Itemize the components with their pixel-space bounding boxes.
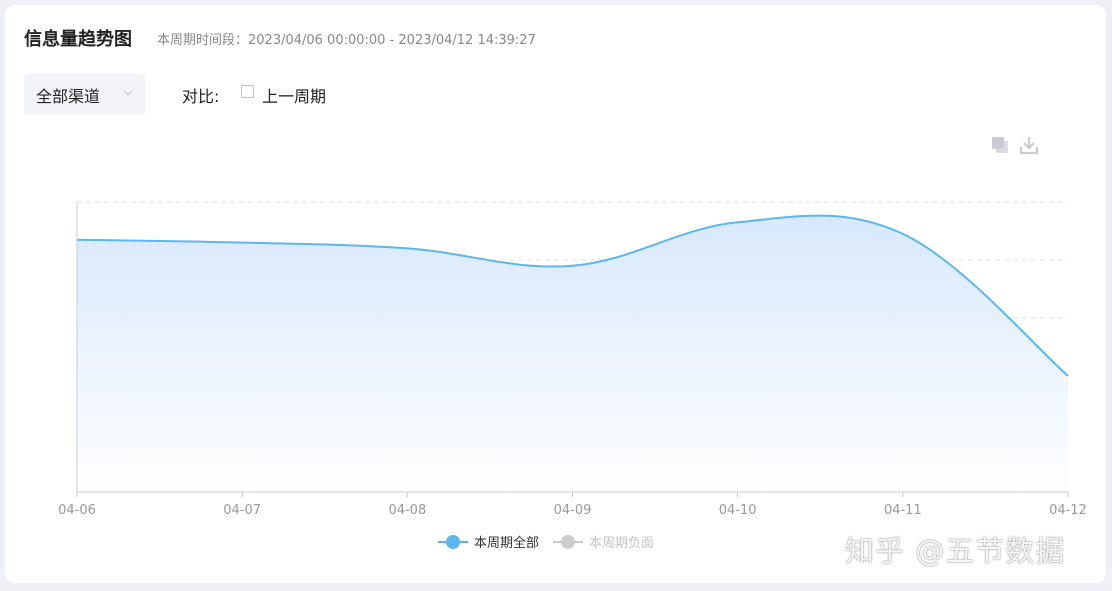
x-tick-label: 04-07: [223, 503, 261, 518]
legend-label-negative: 本周期负面: [589, 536, 655, 551]
chart-legend: 本周期全部 本周期负面: [438, 532, 668, 551]
x-tick-label: 04-09: [554, 503, 592, 518]
watermark: 知乎 @五节数据: [845, 534, 1066, 568]
legend-item-all[interactable]: 本周期全部: [438, 532, 539, 551]
legend-swatch-negative: [553, 534, 584, 549]
x-tick-label: 04-11: [884, 503, 922, 518]
x-tick-label: 04-12: [1049, 503, 1087, 518]
x-tick-label: 04-06: [58, 503, 96, 518]
legend-item-negative[interactable]: 本周期负面: [553, 532, 654, 551]
trend-chart: 04-06 04-07 04-08 04-09 04-10 04-11 04-12: [58, 201, 1087, 518]
legend-swatch-all: [438, 534, 468, 549]
trend-card: 信息量趋势图 本周期时间段：2023/04/06 00:00:00 - 2023…: [5, 5, 1106, 583]
legend-label-all: 本周期全部: [474, 536, 540, 551]
x-tick-label: 04-08: [388, 503, 426, 518]
x-tick-label: 04-10: [719, 503, 757, 518]
series-area-all: [77, 215, 1068, 492]
